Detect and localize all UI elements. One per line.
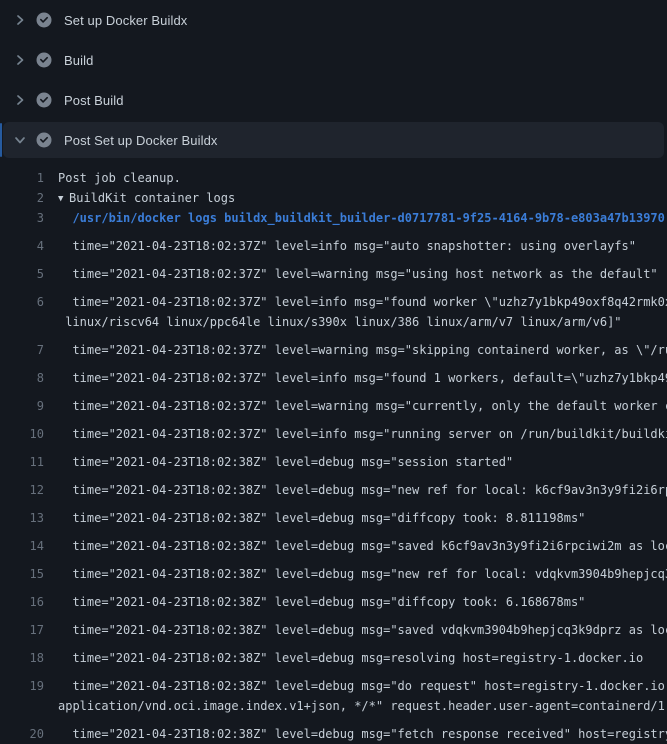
log-line-text: time="2021-04-23T18:02:38Z" level=debug … [44,480,667,500]
log-line-text: time="2021-04-23T18:02:37Z" level=warnin… [44,396,667,416]
line-number[interactable]: 4 [0,236,44,256]
log-line-text: application/vnd.oci.image.index.v1+json,… [44,696,667,716]
log-viewer: 1 Post job cleanup. 2 ▼BuildKit containe… [0,160,667,744]
line-number[interactable]: 7 [0,340,44,360]
log-line-text: linux/riscv64 linux/ppc64le linux/s390x … [44,312,622,332]
log-line-text: time="2021-04-23T18:02:38Z" level=debug … [44,508,585,528]
line-number[interactable] [0,312,44,332]
log-line: 20 time="2021-04-23T18:02:38Z" level=deb… [0,716,667,744]
log-line-text: ▼BuildKit container logs [44,188,235,208]
step-label: Build [64,53,93,68]
log-line-text: time="2021-04-23T18:02:38Z" level=debug … [44,724,667,744]
group-title[interactable]: BuildKit container logs [69,191,235,205]
line-number[interactable]: 3 [0,208,44,228]
log-line-text: /usr/bin/docker logs buildx_buildkit_bui… [44,208,665,228]
step-list: Set up Docker Buildx Build Post Build Po… [0,0,667,158]
log-line: application/vnd.oci.image.index.v1+json,… [0,696,667,716]
line-number[interactable]: 13 [0,508,44,528]
log-line-text: time="2021-04-23T18:02:37Z" level=info m… [44,292,667,312]
log-line: 8 time="2021-04-23T18:02:37Z" level=info… [0,360,667,388]
line-number[interactable]: 1 [0,168,44,188]
log-line: linux/riscv64 linux/ppc64le linux/s390x … [0,312,667,332]
log-line: 2 ▼BuildKit container logs [0,188,667,208]
log-line: 14 time="2021-04-23T18:02:38Z" level=deb… [0,528,667,556]
log-line: 7 time="2021-04-23T18:02:37Z" level=warn… [0,332,667,360]
log-line-text: time="2021-04-23T18:02:37Z" level=warnin… [44,264,658,284]
log-line: 10 time="2021-04-23T18:02:37Z" level=inf… [0,416,667,444]
line-number[interactable]: 2 [0,188,44,208]
chevron-right-icon[interactable] [12,92,28,108]
line-number[interactable]: 16 [0,592,44,612]
step-header[interactable]: Build [0,40,667,80]
log-line-text: time="2021-04-23T18:02:37Z" level=info m… [44,368,667,388]
log-line-text: time="2021-04-23T18:02:37Z" level=info m… [44,424,667,444]
log-line-text: time="2021-04-23T18:02:38Z" level=debug … [44,620,667,640]
log-line: 18 time="2021-04-23T18:02:38Z" level=deb… [0,640,667,668]
line-number[interactable]: 20 [0,724,44,744]
line-number[interactable]: 8 [0,368,44,388]
check-circle-icon [36,52,52,68]
step-label: Set up Docker Buildx [64,13,187,28]
line-number[interactable]: 11 [0,452,44,472]
line-number[interactable]: 15 [0,564,44,584]
chevron-down-icon[interactable] [12,132,28,148]
log-line: 16 time="2021-04-23T18:02:38Z" level=deb… [0,584,667,612]
log-line-text: time="2021-04-23T18:02:37Z" level=info m… [44,236,636,256]
log-line: 6 time="2021-04-23T18:02:37Z" level=info… [0,284,667,312]
log-line: 5 time="2021-04-23T18:02:37Z" level=warn… [0,256,667,284]
chevron-right-icon[interactable] [12,52,28,68]
step-header[interactable]: Set up Docker Buildx [0,0,667,40]
log-line: 19 time="2021-04-23T18:02:38Z" level=deb… [0,668,667,696]
log-line: 15 time="2021-04-23T18:02:38Z" level=deb… [0,556,667,584]
focus-indicator [0,123,2,157]
log-line: 1 Post job cleanup. [0,168,667,188]
step-label: Post Build [64,93,124,108]
check-circle-icon [36,92,52,108]
log-line: 12 time="2021-04-23T18:02:38Z" level=deb… [0,472,667,500]
log-line: 13 time="2021-04-23T18:02:38Z" level=deb… [0,500,667,528]
line-number[interactable]: 19 [0,676,44,696]
line-number[interactable]: 12 [0,480,44,500]
step-label: Post Set up Docker Buildx [64,133,218,148]
line-number[interactable]: 5 [0,264,44,284]
log-line: 11 time="2021-04-23T18:02:38Z" level=deb… [0,444,667,472]
log-line-text: Post job cleanup. [44,168,181,188]
line-number[interactable]: 14 [0,536,44,556]
chevron-right-icon[interactable] [12,12,28,28]
log-line-text: time="2021-04-23T18:02:38Z" level=debug … [44,648,643,668]
line-number[interactable]: 18 [0,648,44,668]
log-line-text: time="2021-04-23T18:02:38Z" level=debug … [44,536,667,556]
group-collapse-caret-icon[interactable]: ▼ [58,189,69,208]
line-number[interactable]: 6 [0,292,44,312]
log-line-text: time="2021-04-23T18:02:38Z" level=debug … [44,676,667,696]
log-line-text: time="2021-04-23T18:02:37Z" level=warnin… [44,340,667,360]
line-number[interactable]: 10 [0,424,44,444]
log-line-text: time="2021-04-23T18:02:38Z" level=debug … [44,452,513,472]
log-line: 4 time="2021-04-23T18:02:37Z" level=info… [0,228,667,256]
log-line: 3 /usr/bin/docker logs buildx_buildkit_b… [0,208,667,228]
line-number[interactable] [0,696,44,716]
step-header[interactable]: Post Set up Docker Buildx [3,122,664,158]
log-line: 9 time="2021-04-23T18:02:37Z" level=warn… [0,388,667,416]
check-circle-icon [36,12,52,28]
log-line: 17 time="2021-04-23T18:02:38Z" level=deb… [0,612,667,640]
line-number[interactable]: 9 [0,396,44,416]
check-circle-icon [36,132,52,148]
line-number[interactable]: 17 [0,620,44,640]
log-line-text: time="2021-04-23T18:02:38Z" level=debug … [44,564,667,584]
step-header[interactable]: Post Build [0,80,667,120]
log-line-text: time="2021-04-23T18:02:38Z" level=debug … [44,592,585,612]
